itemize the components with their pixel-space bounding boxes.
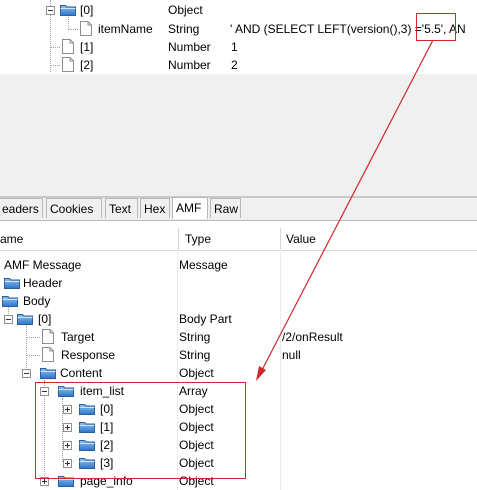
annotation-arrow <box>256 39 434 381</box>
